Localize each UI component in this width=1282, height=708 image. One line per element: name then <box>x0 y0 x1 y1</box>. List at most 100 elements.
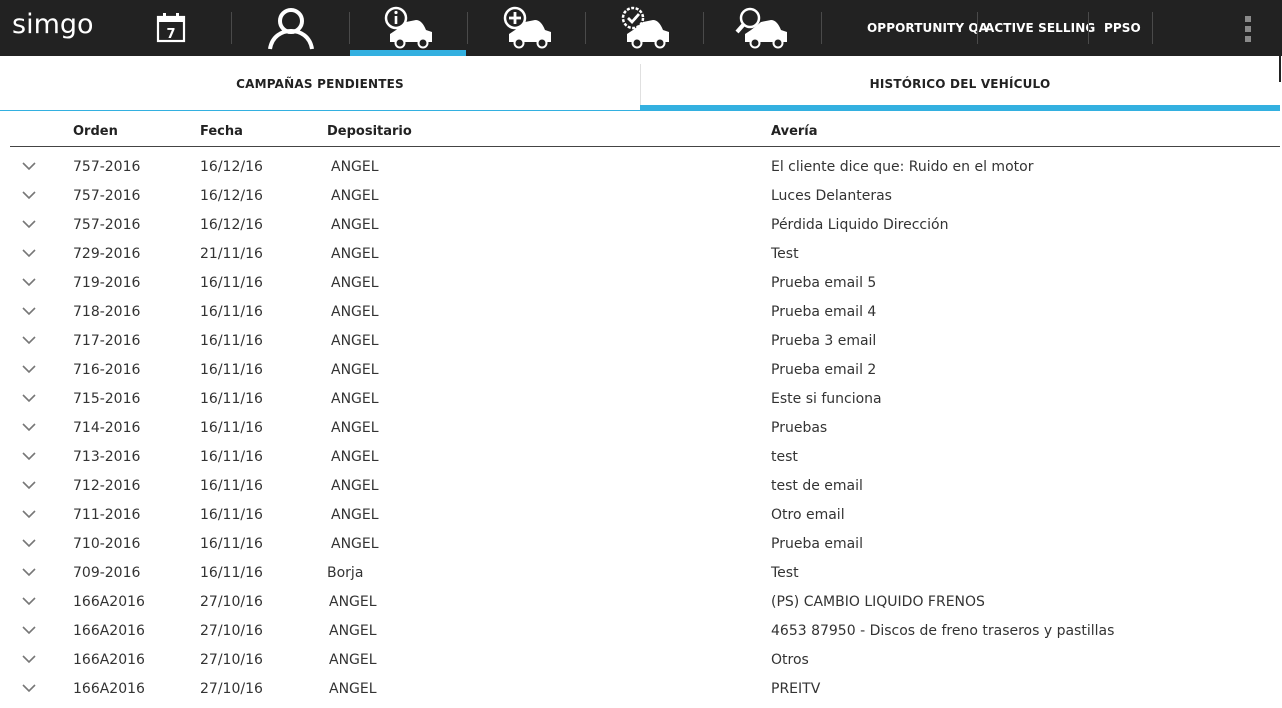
simgo-logo[interactable]: simgo <box>12 5 112 49</box>
cell-orden: 718-2016 <box>73 304 141 320</box>
nav-calendar[interactable]: 7 <box>131 0 211 56</box>
cell-orden: 757-2016 <box>73 159 141 175</box>
cell-orden: 710-2016 <box>73 536 141 552</box>
active-tab-indicator <box>640 105 1280 111</box>
cell-fecha: 16/11/16 <box>200 362 263 378</box>
table-header: Orden Fecha Depositario Avería <box>10 118 1280 147</box>
table-row[interactable]: 714-2016 16/11/16 ANGEL Pruebas <box>0 413 1280 442</box>
more-vert-icon[interactable] <box>1242 16 1254 42</box>
header-orden[interactable]: Orden <box>73 124 118 139</box>
table-row[interactable]: 166A2016 27/10/16 ANGEL 4653 87950 - Discos… <box>0 616 1280 645</box>
cell-averia: Prueba 3 email <box>771 333 877 349</box>
nav-ppso[interactable]: PPSO <box>1104 0 1141 56</box>
chevron-down-icon[interactable] <box>22 161 36 171</box>
tab-historico-vehiculo[interactable]: HISTÓRICO DEL VEHÍCULO <box>640 57 1280 111</box>
cell-depositario: ANGEL <box>331 478 379 494</box>
table-row[interactable]: 757-2016 16/12/16 ANGEL El cliente dice que… <box>0 152 1280 181</box>
chevron-down-icon[interactable] <box>22 219 36 229</box>
tab-campanas-pendientes[interactable]: CAMPAÑAS PENDIENTES <box>0 57 640 111</box>
chevron-down-icon[interactable] <box>22 306 36 316</box>
car-check-icon <box>621 6 669 49</box>
nav-opportunity-qa[interactable]: OPPORTUNITY QA <box>867 0 988 56</box>
table-row[interactable]: 166A2016 27/10/16 ANGEL PREITV <box>0 674 1280 703</box>
chevron-down-icon[interactable] <box>22 654 36 664</box>
nav-vehicle-info[interactable] <box>350 0 466 56</box>
svg-text:simgo: simgo <box>12 9 94 40</box>
header-fecha[interactable]: Fecha <box>200 124 243 139</box>
table-row[interactable]: 711-2016 16/11/16 ANGEL Otro email <box>0 500 1280 529</box>
cell-depositario: ANGEL <box>331 449 379 465</box>
nav-separator <box>977 12 978 44</box>
chevron-down-icon[interactable] <box>22 683 36 693</box>
cell-fecha: 16/12/16 <box>200 217 263 233</box>
chevron-down-icon[interactable] <box>22 277 36 287</box>
table-row[interactable]: 719-2016 16/11/16 ANGEL Prueba email 5 <box>0 268 1280 297</box>
nav-vehicle-add[interactable] <box>468 0 585 56</box>
chevron-down-icon[interactable] <box>22 567 36 577</box>
cell-averia: Prueba email <box>771 536 863 552</box>
nav-separator <box>1152 12 1153 44</box>
table-row[interactable]: 713-2016 16/11/16 ANGEL test <box>0 442 1280 471</box>
cell-orden: 717-2016 <box>73 333 141 349</box>
cell-averia: Otro email <box>771 507 845 523</box>
nav-vehicle-check[interactable] <box>586 0 703 56</box>
header-depositario[interactable]: Depositario <box>327 124 412 139</box>
nav-user[interactable] <box>232 0 349 56</box>
cell-fecha: 16/11/16 <box>200 565 263 581</box>
cell-fecha: 27/10/16 <box>200 594 263 610</box>
cell-orden: 757-2016 <box>73 188 141 204</box>
cell-depositario: ANGEL <box>331 536 379 552</box>
chevron-down-icon[interactable] <box>22 335 36 345</box>
cell-orden: 709-2016 <box>73 565 141 581</box>
chevron-down-icon[interactable] <box>22 509 36 519</box>
calendar-icon: 7 <box>156 13 186 43</box>
cell-fecha: 16/12/16 <box>200 159 263 175</box>
chevron-down-icon[interactable] <box>22 451 36 461</box>
table-body: 757-2016 16/12/16 ANGEL El cliente dice que… <box>0 152 1280 703</box>
svg-text:7: 7 <box>166 27 175 42</box>
cell-averia: El cliente dice que: Ruido en el motor <box>771 159 1034 175</box>
chevron-down-icon[interactable] <box>22 596 36 606</box>
cell-orden: 166A2016 <box>73 652 145 668</box>
table-row[interactable]: 729-2016 21/11/16 ANGEL Test <box>0 239 1280 268</box>
table-row[interactable]: 757-2016 16/12/16 ANGEL Luces Delanteras <box>0 181 1280 210</box>
table-row[interactable]: 710-2016 16/11/16 ANGEL Prueba email <box>0 529 1280 558</box>
chevron-down-icon[interactable] <box>22 393 36 403</box>
nav-separator <box>1088 12 1089 44</box>
table-row[interactable]: 757-2016 16/12/16 ANGEL Pérdida Liquido Dir… <box>0 210 1280 239</box>
table-row[interactable]: 712-2016 16/11/16 ANGEL test de email <box>0 471 1280 500</box>
table-row[interactable]: 718-2016 16/11/16 ANGEL Prueba email 4 <box>0 297 1280 326</box>
cell-fecha: 16/11/16 <box>200 333 263 349</box>
cell-depositario: ANGEL <box>331 188 379 204</box>
car-info-icon <box>384 6 432 49</box>
cell-orden: 729-2016 <box>73 246 141 262</box>
chevron-down-icon[interactable] <box>22 538 36 548</box>
chevron-down-icon[interactable] <box>22 480 36 490</box>
nav-vehicle-search[interactable] <box>704 0 821 56</box>
chevron-down-icon[interactable] <box>22 422 36 432</box>
cell-orden: 757-2016 <box>73 217 141 233</box>
cell-orden: 711-2016 <box>73 507 141 523</box>
cell-orden: 713-2016 <box>73 449 141 465</box>
cell-depositario: ANGEL <box>329 652 377 668</box>
chevron-down-icon[interactable] <box>22 625 36 635</box>
table-row[interactable]: 717-2016 16/11/16 ANGEL Prueba 3 email <box>0 326 1280 355</box>
nav-active-selling[interactable]: ACTIVE SELLING <box>985 0 1095 56</box>
cell-orden: 166A2016 <box>73 681 145 697</box>
table-row[interactable]: 709-2016 16/11/16 Borja Test <box>0 558 1280 587</box>
chevron-down-icon[interactable] <box>22 248 36 258</box>
cell-averia: test <box>771 449 798 465</box>
header-averia[interactable]: Avería <box>771 124 818 139</box>
cell-averia: Pruebas <box>771 420 828 436</box>
table-row[interactable]: 166A2016 27/10/16 ANGEL (PS) CAMBIO LIQUIDO… <box>0 587 1280 616</box>
table-row[interactable]: 715-2016 16/11/16 ANGEL Este si funciona <box>0 384 1280 413</box>
table-row[interactable]: 716-2016 16/11/16 ANGEL Prueba email 2 <box>0 355 1280 384</box>
cell-orden: 715-2016 <box>73 391 141 407</box>
cell-orden: 166A2016 <box>73 623 145 639</box>
cell-orden: 714-2016 <box>73 420 141 436</box>
chevron-down-icon[interactable] <box>22 364 36 374</box>
chevron-down-icon[interactable] <box>22 190 36 200</box>
table-row[interactable]: 166A2016 27/10/16 ANGEL Otros <box>0 645 1280 674</box>
cell-depositario: ANGEL <box>331 159 379 175</box>
cell-fecha: 16/11/16 <box>200 449 263 465</box>
